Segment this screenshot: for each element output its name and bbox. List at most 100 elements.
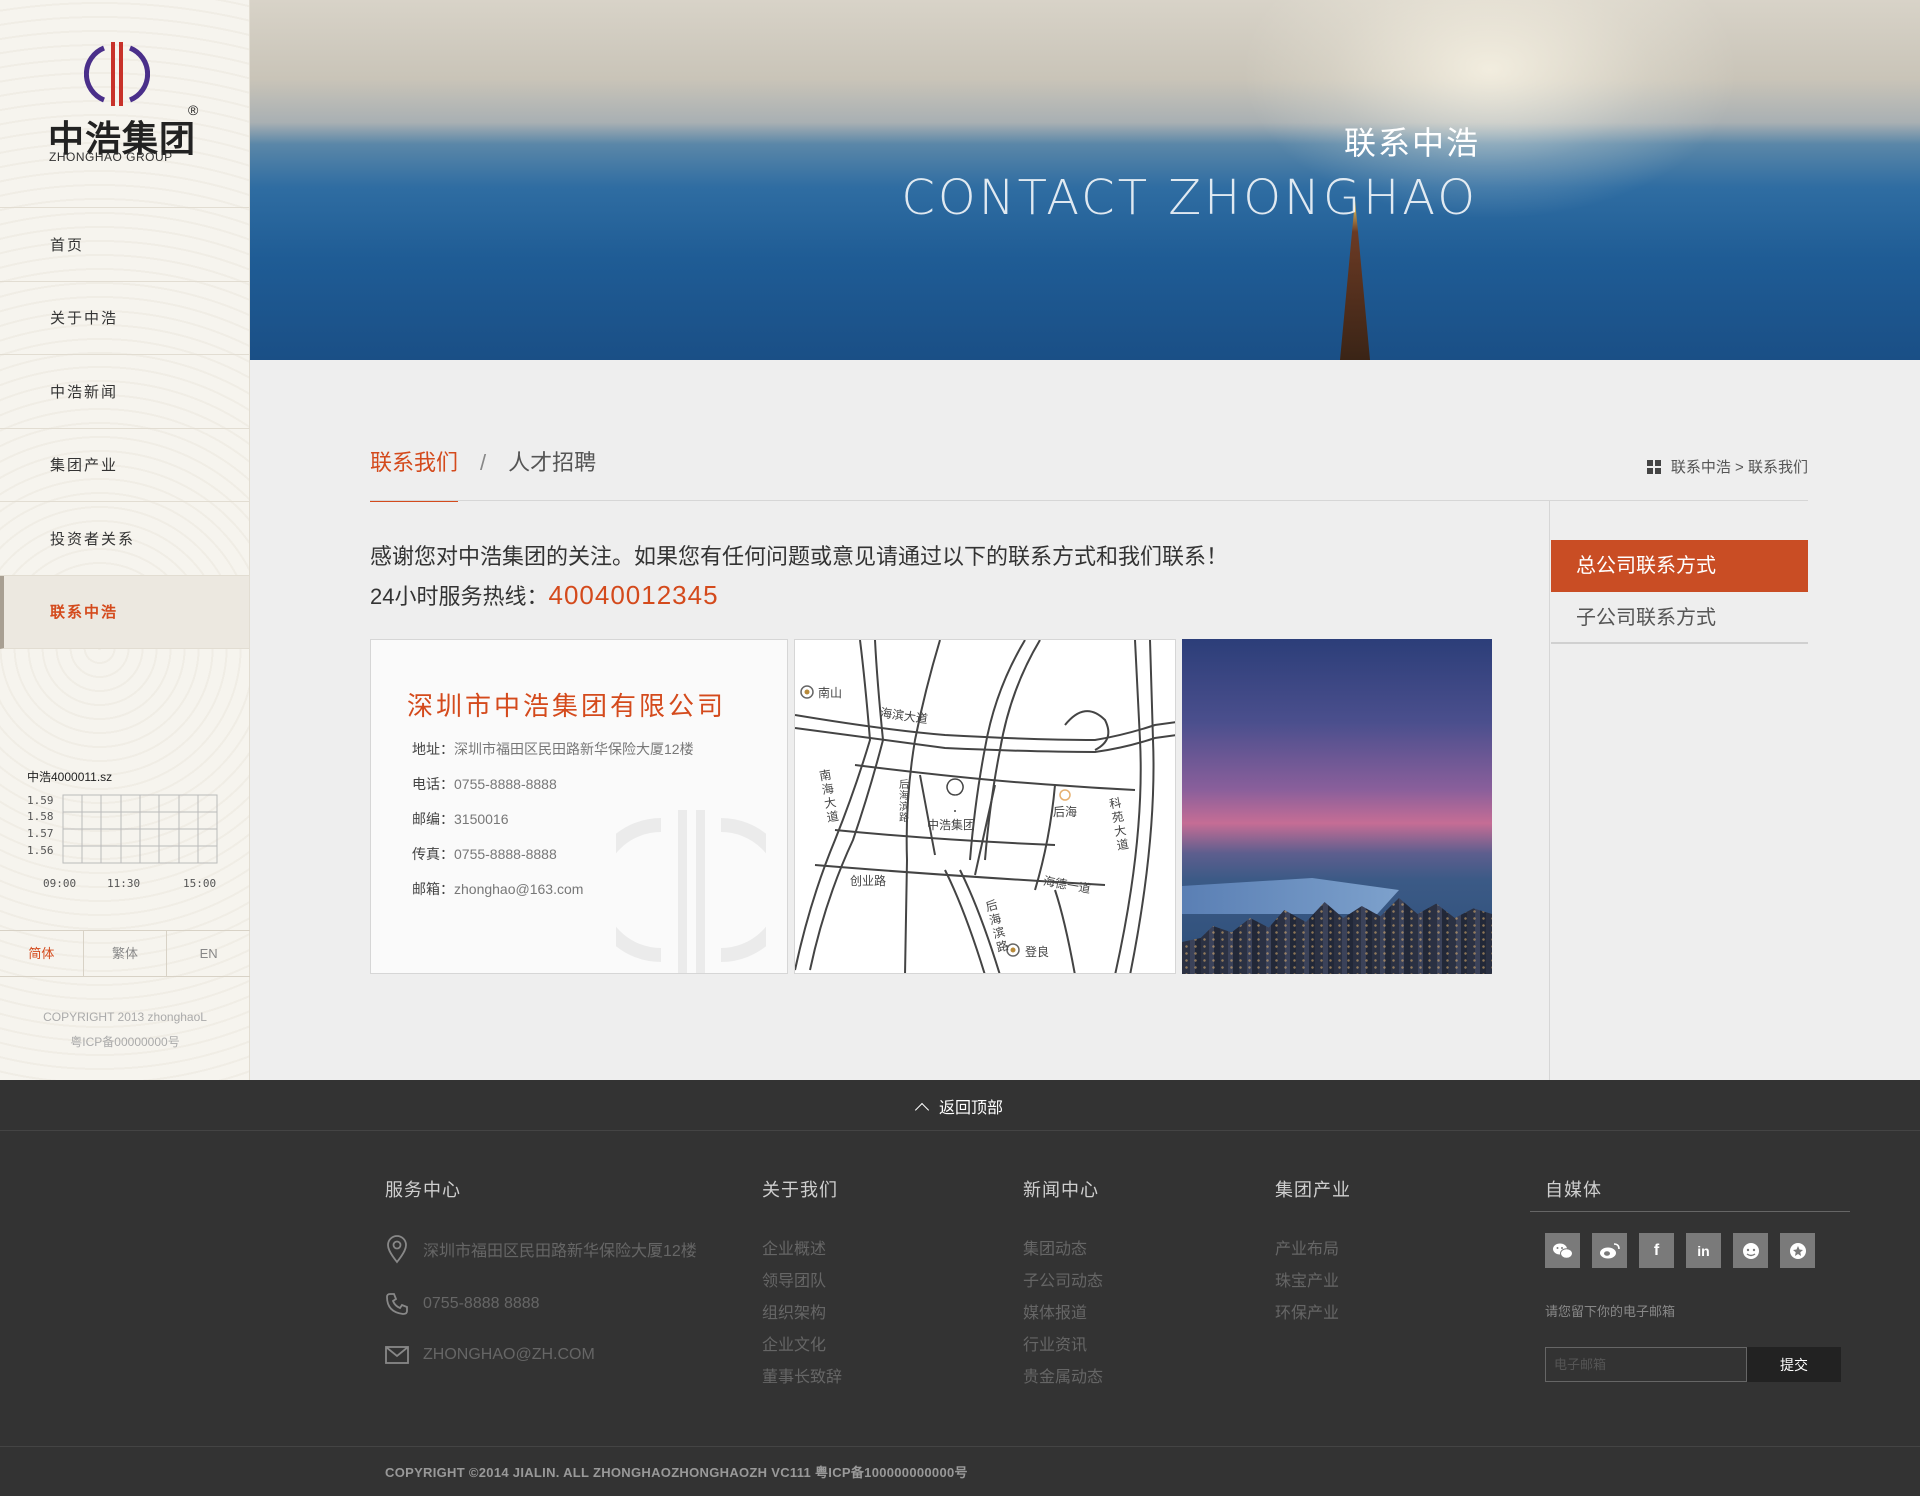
nav-item-about[interactable]: 关于中浩	[0, 282, 249, 355]
hotline-number: 40040012345	[548, 580, 719, 610]
footer-industry-title: 集团产业	[1275, 1180, 1351, 1200]
banner-title-cn: 联系中浩	[1343, 125, 1480, 161]
location-pin-icon	[387, 1235, 407, 1264]
footer-link[interactable]: 董事长致辞	[762, 1362, 842, 1394]
contact-label: 地址：	[412, 741, 454, 757]
qzone-icon[interactable]	[1780, 1233, 1815, 1268]
main-nav: 首页 关于中浩 中浩新闻 集团产业 投资者关系 联系中浩	[0, 208, 249, 649]
banner-title-en: CONTACT ZHONGHAO	[901, 170, 1478, 226]
back-to-top-button[interactable]: 返回顶部	[0, 1080, 1920, 1131]
sidebar-copyright-line: COPYRIGHT 2013 zhonghaoL	[43, 1010, 207, 1024]
footer-link[interactable]: 组织架构	[762, 1298, 842, 1330]
footer-about-title: 关于我们	[762, 1180, 838, 1200]
contact-row-address: 地址：深圳市福田区民田路新华保险大厦12楼	[412, 738, 694, 773]
footer-link[interactable]: 企业概述	[762, 1234, 842, 1266]
divider	[370, 500, 1808, 501]
nav-item-home[interactable]: 首页	[0, 208, 249, 282]
newsletter-email-input[interactable]	[1545, 1347, 1747, 1382]
footer-link[interactable]: 领导团队	[762, 1266, 842, 1298]
divider	[1530, 1211, 1850, 1212]
nav-item-industry[interactable]: 集团产业	[0, 429, 249, 502]
newsletter-submit-button[interactable]: 提交	[1747, 1347, 1841, 1382]
divider	[1549, 500, 1550, 1080]
map-label-center: 中浩集团	[927, 818, 976, 832]
divider	[0, 1446, 1920, 1447]
footer-phone: 0755-8888 8888	[385, 1292, 540, 1316]
mail-icon	[385, 1346, 409, 1364]
footer-link[interactable]: 行业资讯	[1023, 1330, 1103, 1362]
tab-recruitment[interactable]: 人才招聘	[508, 445, 596, 477]
map-label-dengliang: 登良	[1025, 945, 1050, 959]
stock-y-tick: 1.59	[27, 794, 54, 807]
footer-link[interactable]: 集团动态	[1023, 1234, 1103, 1266]
grid-icon	[1646, 459, 1661, 474]
map-label-houhai: 后海	[1053, 805, 1078, 819]
sub-nav: 总公司联系方式 子公司联系方式	[1551, 540, 1808, 644]
stock-chart: 1.59 1.58 1.57 1.56 09:00 11:30 15:00	[27, 794, 218, 889]
sidebar-icp-line: 粤ICP备00000000号	[70, 1035, 180, 1049]
footer-link[interactable]: 企业文化	[762, 1330, 842, 1362]
stock-grid	[62, 794, 218, 864]
hotline: 24小时服务热线：40040012345	[370, 576, 1228, 616]
location-map[interactable]: 南山 海滨大道 南海大道 后海滨路 中浩集团 后海 科苑大道 创业路 海德一道 …	[794, 639, 1176, 974]
footer-email[interactable]: ZHONGHAO@ZH.COM	[385, 1346, 595, 1364]
sub-nav-hq-contact[interactable]: 总公司联系方式	[1551, 540, 1808, 592]
footer-address: 深圳市福田区民田路新华保险大厦12楼	[385, 1234, 697, 1264]
tab-contact-us[interactable]: 联系我们	[370, 445, 459, 502]
map-label-nanshan: 南山	[818, 686, 843, 700]
contact-value: 3150016	[454, 811, 509, 827]
footer-link[interactable]: 子公司动态	[1023, 1266, 1103, 1298]
footer-news-title: 新闻中心	[1023, 1180, 1099, 1200]
language-switcher: 简体 繁体 EN	[0, 930, 250, 977]
logo-mark-icon	[84, 42, 150, 106]
breadcrumb: 联系中浩 > 联系我们	[1646, 456, 1808, 477]
lang-english[interactable]: EN	[167, 931, 250, 976]
footer-link[interactable]: 贵金属动态	[1023, 1362, 1103, 1394]
back-to-top-label: 返回顶部	[938, 1100, 1003, 1117]
contact-value: 0755-8888-8888	[454, 846, 557, 862]
footer-media-title: 自媒体	[1545, 1180, 1602, 1200]
wechat-icon[interactable]	[1545, 1233, 1580, 1268]
registered-mark: ®	[188, 102, 199, 118]
nav-item-contact[interactable]: 联系中浩	[0, 575, 249, 649]
intro: 感谢您对中浩集团的关注。如果您有任何问题或意见请通过以下的联系方式和我们联系！ …	[370, 538, 1228, 616]
linkedin-icon[interactable]: in	[1686, 1233, 1721, 1268]
contact-label: 电话：	[412, 776, 454, 792]
tab-separator: /	[480, 450, 487, 475]
weibo-icon[interactable]	[1592, 1233, 1627, 1268]
breadcrumb-text[interactable]: 联系中浩 > 联系我们	[1671, 456, 1808, 477]
contact-label: 邮编：	[412, 811, 454, 827]
sidebar-copyright: COPYRIGHT 2013 zhonghaoL 粤ICP备00000000号	[0, 1005, 250, 1055]
newsletter-form: 提交	[1545, 1347, 1841, 1382]
footer-link[interactable]: 产业布局	[1275, 1234, 1339, 1266]
logo[interactable]: 中浩集团 ® ZHONGHAO GROUP	[0, 0, 249, 208]
footer-phone-text: 0755-8888 8888	[423, 1295, 540, 1312]
content-tabs: 联系我们 / 人才招聘	[370, 445, 596, 502]
lang-traditional[interactable]: 繁体	[84, 931, 168, 976]
footer-email-text: ZHONGHAO@ZH.COM	[423, 1346, 595, 1363]
sub-nav-subsidiary-contact[interactable]: 子公司联系方式	[1551, 592, 1808, 644]
footer-link[interactable]: 珠宝产业	[1275, 1266, 1339, 1298]
footer-link[interactable]: 环保产业	[1275, 1298, 1339, 1330]
stock-x-tick: 09:00	[43, 877, 76, 889]
chevron-up-icon	[914, 1102, 930, 1118]
nav-item-investor[interactable]: 投资者关系	[0, 502, 249, 576]
footer-service-title: 服务中心	[385, 1180, 461, 1200]
douban-icon[interactable]	[1733, 1233, 1768, 1268]
logo-text-en: ZHONGHAO GROUP	[49, 150, 173, 164]
facebook-icon[interactable]: f	[1639, 1233, 1674, 1268]
newsletter-hint: 请您留下你的电子邮箱	[1545, 1304, 1676, 1319]
contact-value[interactable]: zhonghao@163.com	[454, 881, 583, 897]
stock-y-tick: 1.58	[27, 810, 54, 823]
contact-value: 深圳市福田区民田路新华保险大厦12楼	[454, 741, 694, 757]
stock-y-tick: 1.57	[27, 827, 54, 840]
city-night-photo	[1182, 639, 1492, 974]
social-links: f in	[1545, 1233, 1815, 1268]
company-name: 深圳市中浩集团有限公司	[407, 691, 727, 721]
lang-simplified[interactable]: 简体	[0, 931, 84, 976]
footer-industry-links: 产业布局 珠宝产业 环保产业	[1275, 1234, 1339, 1330]
nav-item-news[interactable]: 中浩新闻	[0, 355, 249, 429]
contact-value: 0755-8888-8888	[454, 776, 557, 792]
contact-row-phone: 电话：0755-8888-8888	[412, 773, 694, 808]
footer-link[interactable]: 媒体报道	[1023, 1298, 1103, 1330]
